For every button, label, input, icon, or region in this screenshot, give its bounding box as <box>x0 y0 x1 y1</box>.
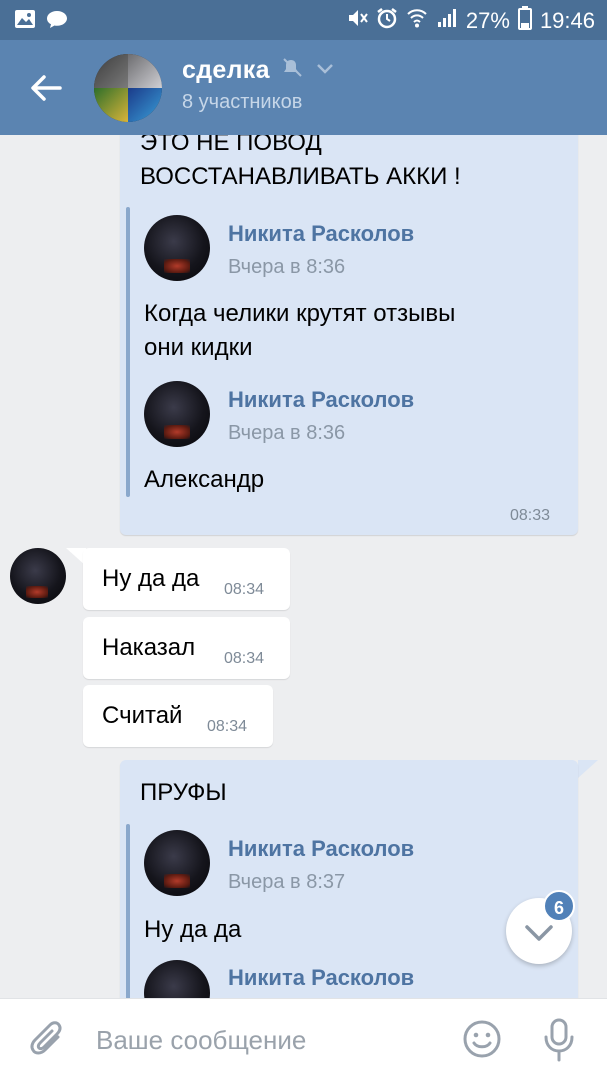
forwarded-text: Александр <box>144 466 265 493</box>
message-input-bar <box>0 998 607 1080</box>
attach-button[interactable] <box>28 1019 68 1061</box>
forwarded-text: они кидки <box>144 334 253 361</box>
status-bar: 27% 19:46 <box>0 0 607 40</box>
forwarded-author[interactable]: Никита Расколов <box>228 387 414 413</box>
forwarded-date: Вчера в 8:36 <box>228 422 346 444</box>
back-arrow-icon <box>31 75 62 101</box>
forwarded-date: Вчера в 8:36 <box>228 256 346 278</box>
voice-record-button[interactable] <box>542 1017 576 1063</box>
message-text: Считай <box>102 702 183 729</box>
back-button[interactable] <box>26 68 66 108</box>
emoji-button[interactable] <box>462 1019 502 1059</box>
message-list[interactable]: ЭТО НЕ ПОВОД ВОССТАНАВЛИВАТЬ АККИ ! Ники… <box>0 135 607 998</box>
message-notification-icon <box>46 9 68 34</box>
message-time: 08:34 <box>224 650 265 667</box>
chat-title-row[interactable]: сделка <box>182 56 334 85</box>
message-time: 08:34 <box>224 581 265 598</box>
wifi-icon <box>406 7 428 35</box>
message-text: Наказал <box>102 634 196 661</box>
message-text: ЭТО НЕ ПОВОД <box>140 135 322 156</box>
signal-icon <box>436 7 458 35</box>
chat-members-count: 8 участников <box>182 91 303 113</box>
chevron-down-icon <box>316 62 334 80</box>
gallery-notification-icon <box>14 9 36 34</box>
paperclip-icon <box>30 1021 62 1055</box>
alarm-icon <box>376 7 398 35</box>
avatar[interactable] <box>144 960 210 998</box>
forwarded-author[interactable]: Никита Расколов <box>228 836 414 862</box>
forwarded-bar <box>126 824 130 998</box>
muted-icon <box>282 58 304 83</box>
microphone-icon <box>544 1018 574 1062</box>
clock: 19:46 <box>539 8 595 33</box>
forwarded-author[interactable]: Никита Расколов <box>228 965 414 991</box>
forwarded-bar <box>126 207 130 497</box>
message-input[interactable] <box>96 1021 436 1059</box>
sender-avatar[interactable] <box>10 548 66 604</box>
incoming-message[interactable]: Ну да да 08:34 <box>83 548 290 610</box>
bubble-tail <box>578 760 598 778</box>
message-text: ВОССТАНАВЛИВАТЬ АККИ ! <box>140 163 461 190</box>
message-time: 08:34 <box>207 718 248 735</box>
chat-header: сделка 8 участников <box>0 40 607 135</box>
avatar[interactable] <box>144 830 210 896</box>
battery-percent: 27% <box>465 8 510 33</box>
forwarded-author[interactable]: Никита Расколов <box>228 221 414 247</box>
message-time: 08:33 <box>510 507 551 524</box>
smile-icon <box>463 1020 501 1058</box>
forwarded-text: Ну да да <box>144 916 242 943</box>
avatar[interactable] <box>144 381 210 447</box>
outgoing-message[interactable]: ЭТО НЕ ПОВОД ВОССТАНАВЛИВАТЬ АККИ ! Ники… <box>120 135 578 535</box>
message-text: Ну да да <box>102 565 200 592</box>
chat-title: сделка <box>182 56 270 84</box>
chat-avatar[interactable] <box>94 54 162 122</box>
avatar[interactable] <box>144 215 210 281</box>
message-text: ПРУФЫ <box>140 779 227 806</box>
incoming-message[interactable]: Считай 08:34 <box>83 685 273 747</box>
forwarded-date: Вчера в 8:37 <box>228 871 346 893</box>
battery-icon <box>517 6 532 36</box>
incoming-message[interactable]: Наказал 08:34 <box>83 617 290 679</box>
mute-icon <box>346 7 368 35</box>
unread-count-badge: 6 <box>543 890 575 922</box>
forwarded-text: Когда челики крутят отзывы <box>144 300 456 327</box>
